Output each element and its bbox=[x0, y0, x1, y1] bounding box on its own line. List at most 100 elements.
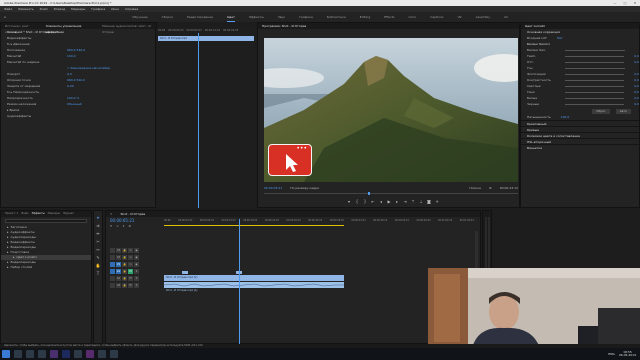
add-marker-icon[interactable]: ▾ bbox=[123, 224, 125, 228]
tab-markers[interactable]: Маркеры bbox=[48, 211, 60, 217]
selection-tool-icon[interactable]: ➤ bbox=[96, 215, 99, 220]
taskbar-app-icon[interactable] bbox=[86, 350, 94, 358]
tab-effects[interactable]: Эффекты bbox=[32, 211, 45, 217]
lumetri-row-value[interactable]: 0,0 bbox=[634, 101, 639, 107]
lumetri-slider[interactable] bbox=[565, 67, 625, 69]
hand-tool-icon[interactable]: ✋ bbox=[96, 263, 101, 268]
workspace-tab[interactable]: VR bbox=[457, 12, 461, 22]
timeline-settings-icon[interactable]: ⚙ bbox=[128, 224, 131, 228]
mark-in-icon[interactable]: { bbox=[354, 199, 360, 205]
workspace-tab[interactable]: Графика bbox=[299, 12, 313, 22]
timeline-playhead[interactable] bbox=[239, 219, 240, 345]
workspace-tab[interactable]: Сборка bbox=[162, 12, 173, 22]
effects-search-input[interactable] bbox=[5, 219, 87, 223]
taskbar-app-icon[interactable] bbox=[110, 350, 118, 358]
snap-icon[interactable]: ⊓ bbox=[110, 224, 112, 228]
saturation-value[interactable]: 100,0 bbox=[561, 114, 570, 120]
effects-tree-item[interactable]: ▸ Набор стилей bbox=[1, 265, 91, 270]
auto-button[interactable]: Авто bbox=[615, 109, 631, 114]
lock-icon[interactable]: 🔒 bbox=[122, 255, 127, 260]
solo-button[interactable]: S bbox=[134, 276, 139, 281]
lumetri-slider[interactable] bbox=[564, 91, 625, 93]
ripple-edit-tool-icon[interactable]: ⇹ bbox=[96, 231, 99, 236]
taskbar-app-icon[interactable] bbox=[14, 350, 22, 358]
pen-tool-icon[interactable]: ✎ bbox=[96, 255, 99, 260]
mark-out-icon[interactable]: } bbox=[362, 199, 368, 205]
audio-clip[interactable] bbox=[164, 282, 344, 288]
effect-row-value[interactable]: 100,0 bbox=[67, 53, 76, 59]
tab-info[interactable]: Инфо bbox=[21, 211, 28, 217]
workspace-tab[interactable]: Обучение bbox=[132, 12, 147, 22]
sync-lock-icon[interactable]: ⇋ bbox=[128, 262, 133, 267]
mini-playhead[interactable] bbox=[198, 33, 199, 208]
razor-tool-icon[interactable]: ✂ bbox=[96, 239, 99, 244]
effect-row-value[interactable]: ✓ Равномерное масштабир. bbox=[67, 65, 111, 71]
home-icon[interactable]: ⌂ bbox=[4, 12, 6, 22]
export-frame-icon[interactable]: ◙ bbox=[426, 199, 432, 205]
timeline-timecode[interactable]: 00:00:05:21 bbox=[110, 218, 134, 223]
workspace-tab[interactable]: Color bbox=[408, 12, 416, 22]
program-scrubber[interactable] bbox=[264, 192, 518, 195]
eye-icon[interactable]: ◉ bbox=[134, 262, 139, 267]
extract-icon[interactable]: ⇣ bbox=[418, 199, 424, 205]
track-target-toggle[interactable] bbox=[110, 269, 115, 274]
step-back-icon[interactable]: ◂ bbox=[378, 199, 384, 205]
workspace-tab[interactable]: Captions bbox=[430, 12, 443, 22]
lumetri-slider[interactable] bbox=[564, 97, 625, 99]
lumetri-slider[interactable] bbox=[564, 79, 625, 81]
quality-select[interactable]: Полное bbox=[469, 186, 481, 190]
track-target-toggle[interactable] bbox=[110, 262, 115, 267]
mini-clip-bar[interactable]: Shot - И Отправ.mp4 bbox=[158, 36, 254, 41]
workspace-tab[interactable]: Эффекты bbox=[249, 12, 264, 22]
play-icon[interactable]: ▶ bbox=[386, 199, 392, 205]
lumetri-slider[interactable] bbox=[564, 61, 625, 63]
taskbar-app-icon[interactable] bbox=[26, 350, 34, 358]
mute-button[interactable]: M bbox=[128, 276, 133, 281]
track-target-toggle[interactable] bbox=[110, 255, 115, 260]
workspace-tab[interactable]: Редактирование bbox=[187, 12, 213, 22]
track-target-toggle[interactable] bbox=[110, 276, 115, 281]
effect-row-value[interactable]: 0,00 bbox=[67, 83, 74, 89]
workspace-tab[interactable]: Assembly bbox=[476, 12, 490, 22]
taskbar-app-icon[interactable] bbox=[74, 350, 82, 358]
timeline-ruler[interactable]: 00:00 00:00:04:23 00:00:09:23 00:00:14:23 00… bbox=[164, 219, 474, 224]
lock-icon[interactable]: 🔒 bbox=[122, 283, 127, 288]
start-button-icon[interactable] bbox=[2, 350, 10, 358]
scrubber-playhead[interactable] bbox=[368, 192, 370, 195]
lock-icon[interactable]: 🔒 bbox=[122, 269, 127, 274]
lumetri-slider[interactable] bbox=[565, 49, 625, 51]
taskbar-app-icon[interactable] bbox=[62, 350, 70, 358]
lock-icon[interactable]: 🔒 bbox=[122, 248, 127, 253]
eye-icon[interactable]: ◉ bbox=[134, 248, 139, 253]
lumetri-row-value[interactable]: 0,0 bbox=[634, 59, 639, 65]
lock-icon[interactable]: 🔒 bbox=[122, 262, 127, 267]
tab-project[interactable]: Проект: 1 bbox=[5, 211, 18, 217]
lift-icon[interactable]: ⇡ bbox=[410, 199, 416, 205]
lumetri-slider[interactable] bbox=[564, 55, 625, 57]
add-button-icon[interactable]: + bbox=[434, 199, 440, 205]
lumetri-section-header[interactable]: Виньетка bbox=[521, 144, 639, 150]
workspace-tab-active[interactable]: Цвет bbox=[227, 12, 235, 22]
effect-row-value[interactable]: Обычный bbox=[67, 101, 82, 107]
sync-lock-icon[interactable]: ⇋ bbox=[128, 255, 133, 260]
lut-select[interactable]: Нет bbox=[557, 35, 563, 41]
type-tool-icon[interactable]: T bbox=[97, 271, 99, 276]
taskbar-app-icon[interactable] bbox=[38, 350, 46, 358]
subscribe-button-overlay[interactable]: ••• bbox=[268, 144, 312, 176]
mute-button[interactable]: M bbox=[128, 283, 133, 288]
taskbar-app-icon[interactable] bbox=[98, 350, 106, 358]
tab-audio-mixer[interactable]: Микшер аудиоклипов: Шоп - И Отправ bbox=[102, 23, 156, 34]
go-to-out-icon[interactable]: ⇥ bbox=[402, 199, 408, 205]
wrench-icon[interactable]: ⚙ bbox=[489, 186, 492, 190]
step-forward-icon[interactable]: ▸ bbox=[394, 199, 400, 205]
keyframe-marker[interactable] bbox=[182, 271, 188, 274]
sync-lock-icon[interactable]: ⇋ bbox=[128, 248, 133, 253]
mute-button[interactable]: M bbox=[128, 269, 133, 274]
workspace-tab[interactable]: Effects bbox=[384, 12, 394, 22]
track-target-toggle[interactable] bbox=[110, 248, 115, 253]
video-clip[interactable]: Shot - И Отправ.mp4 [V] bbox=[164, 275, 344, 281]
workspace-tab[interactable]: All bbox=[504, 12, 508, 22]
lumetri-slider[interactable] bbox=[564, 103, 625, 105]
clock[interactable]: 18:55 06.05.2019 bbox=[619, 350, 636, 358]
slip-tool-icon[interactable]: ↔ bbox=[96, 247, 99, 252]
